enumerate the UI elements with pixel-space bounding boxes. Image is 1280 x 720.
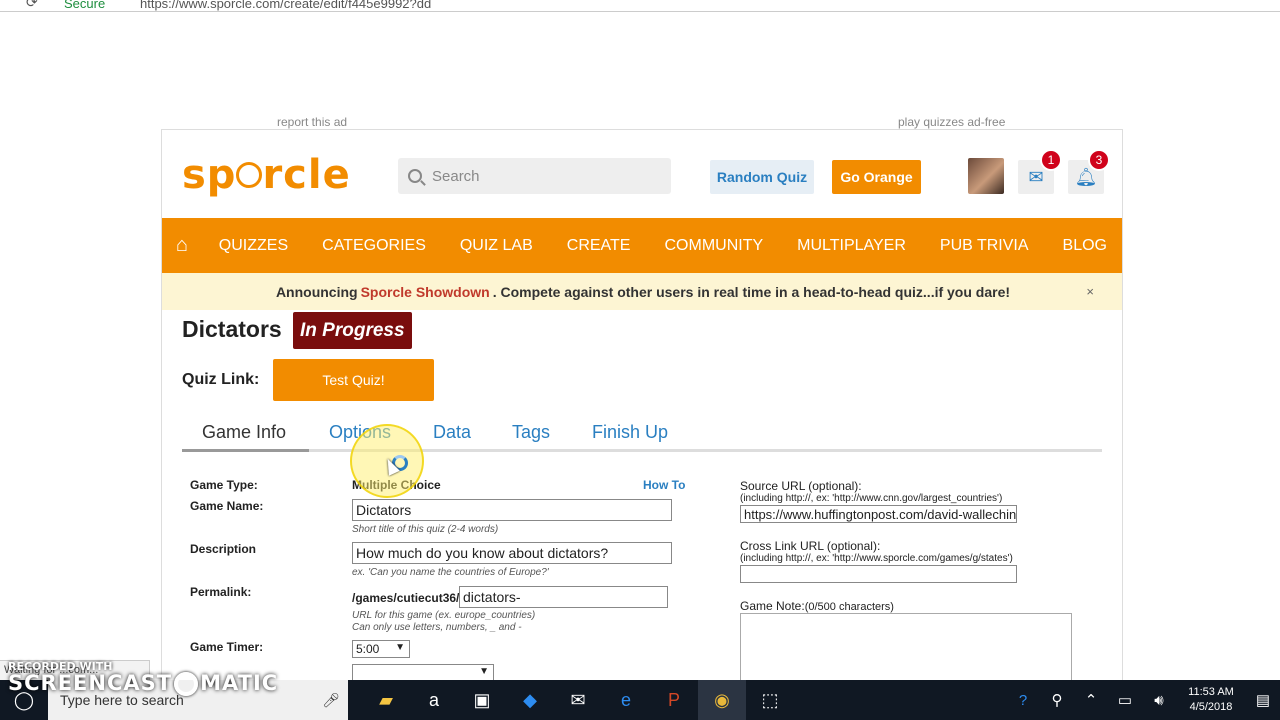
source-url-hint: (including http://, ex: 'http://www.cnn.… bbox=[740, 493, 1003, 504]
report-ad-link[interactable]: report this ad bbox=[277, 115, 347, 129]
description-hint: ex. 'Can you name the countries of Europ… bbox=[352, 567, 549, 578]
game-timer-value: 5:00 bbox=[356, 642, 380, 656]
watermark-brand: SCREENCAST MATIC bbox=[8, 671, 278, 696]
page-title: Dictators bbox=[182, 316, 282, 342]
source-url-label: Source URL (optional): bbox=[740, 479, 862, 493]
help-icon[interactable]: ? bbox=[1006, 692, 1040, 709]
snipping-tool-icon[interactable]: ⬚ bbox=[746, 680, 794, 720]
screencast-watermark: RECORDED WITH SCREENCAST MATIC bbox=[8, 660, 278, 696]
tab-data[interactable]: Data bbox=[433, 422, 471, 443]
watermark-brand-right: MATIC bbox=[200, 671, 279, 695]
mail-icon[interactable]: ✉ bbox=[554, 680, 602, 720]
game-note-textarea[interactable] bbox=[740, 613, 1072, 688]
adfree-link[interactable]: play quizzes ad-free bbox=[898, 115, 1005, 129]
system-tray: ? ⚲ ⌃ ▭ 🔊︎ 11:53 AM 4/5/2018 ▤ bbox=[1006, 680, 1280, 720]
status-badge: In Progress bbox=[293, 312, 412, 349]
nav-pub-trivia[interactable]: PUB TRIVIA bbox=[923, 237, 1046, 255]
main-nav: ⌂ QUIZZES CATEGORIES QUIZ LAB CREATE COM… bbox=[162, 218, 1122, 273]
nav-create[interactable]: CREATE bbox=[550, 237, 648, 255]
nav-community[interactable]: COMMUNITY bbox=[647, 237, 780, 255]
announcement-text: . Compete against other users in real ti… bbox=[492, 283, 1011, 300]
nav-multiplayer[interactable]: MULTIPLAYER bbox=[780, 237, 923, 255]
announcement-prefix: Announcing bbox=[275, 283, 358, 300]
store-icon[interactable]: ▣ bbox=[458, 680, 506, 720]
chevron-down-icon: ▼ bbox=[395, 642, 405, 653]
notifications-icon[interactable]: ▤ bbox=[1246, 691, 1280, 709]
search-input[interactable]: Search bbox=[398, 158, 671, 194]
permalink-hint-2: Can only use letters, numbers, _ and - bbox=[352, 622, 522, 633]
search-icon bbox=[408, 169, 422, 183]
search-placeholder: Search bbox=[432, 167, 480, 185]
sporcle-logo[interactable]: sp rcle bbox=[182, 152, 351, 198]
game-name-label: Game Name: bbox=[190, 499, 264, 513]
permalink-prefix: /games/cutiecut36/ bbox=[352, 591, 460, 605]
nav-blog[interactable]: BLOG bbox=[1046, 237, 1122, 255]
game-note-count: (0/500 characters) bbox=[804, 601, 894, 613]
edge-icon[interactable]: e bbox=[602, 680, 650, 720]
tab-game-info[interactable]: Game Info bbox=[202, 422, 286, 443]
active-tab-indicator bbox=[182, 449, 309, 452]
test-quiz-button[interactable]: Test Quiz! bbox=[273, 359, 434, 401]
divider bbox=[740, 493, 1072, 494]
game-name-field[interactable]: Dictators bbox=[352, 499, 672, 521]
description-field[interactable]: How much do you know about dictators? bbox=[352, 542, 672, 564]
envelope-icon: ✉ bbox=[1028, 166, 1044, 187]
random-quiz-button[interactable]: Random Quiz bbox=[710, 160, 814, 194]
powerpoint-icon[interactable]: P bbox=[650, 680, 698, 720]
game-note-label-text: Game Note: bbox=[740, 599, 805, 613]
announcement-bar: Announcing Sporcle Showdown . Compete ag… bbox=[162, 273, 1122, 310]
game-note-label: Game Note:(0/500 characters) bbox=[740, 599, 894, 613]
browser-address-bar[interactable]: ⟳ Secure https://www.sporcle.com/create/… bbox=[0, 0, 1280, 12]
sporcle-page: sp rcle Search Random Quiz Go Orange ✉ 1 … bbox=[161, 129, 1123, 689]
dropbox-icon[interactable]: ◆ bbox=[506, 680, 554, 720]
system-clock[interactable]: 11:53 AM 4/5/2018 bbox=[1176, 685, 1246, 715]
battery-icon[interactable]: ▭ bbox=[1108, 691, 1142, 709]
clock-time: 11:53 AM bbox=[1188, 686, 1234, 698]
home-icon[interactable]: ⌂ bbox=[162, 234, 202, 257]
go-orange-button[interactable]: Go Orange bbox=[832, 160, 921, 194]
permalink-field[interactable]: dictators- bbox=[459, 586, 668, 608]
permalink-label: Permalink: bbox=[190, 585, 252, 599]
chrome-icon[interactable]: ◉ bbox=[698, 680, 746, 720]
watermark-brand-left: SCREENCAST bbox=[8, 671, 173, 695]
microphone-icon[interactable]: 🎤︎ bbox=[322, 692, 340, 709]
game-timer-select[interactable]: 5:00 ▼ bbox=[352, 640, 410, 658]
cross-link-label: Cross Link URL (optional): bbox=[740, 539, 881, 553]
nav-quizzes[interactable]: QUIZZES bbox=[202, 237, 305, 255]
url-text[interactable]: https://www.sporcle.com/create/edit/f445… bbox=[140, 0, 431, 11]
file-explorer-icon[interactable]: ▰ bbox=[362, 680, 410, 720]
announcement-link[interactable]: Sporcle Showdown bbox=[361, 284, 490, 300]
volume-icon[interactable]: 🔊︎ bbox=[1142, 692, 1176, 709]
screencast-logo-icon bbox=[174, 672, 199, 696]
notifications-badge: 3 bbox=[1088, 149, 1110, 171]
tab-tags[interactable]: Tags bbox=[512, 422, 550, 443]
game-timer-label: Game Timer: bbox=[190, 640, 264, 654]
clock-date: 4/5/2018 bbox=[1189, 701, 1233, 713]
quiz-link-label: Quiz Link: bbox=[182, 371, 260, 388]
secure-label: Secure bbox=[64, 0, 106, 11]
cross-link-hint: (including http://, ex: 'http://www.spor… bbox=[740, 553, 1013, 564]
chevron-down-icon: ▼ bbox=[479, 666, 489, 677]
people-icon[interactable]: ⚲ bbox=[1040, 691, 1074, 709]
how-to-link[interactable]: How To bbox=[643, 478, 685, 492]
game-name-hint: Short title of this quiz (2-4 words) bbox=[352, 524, 499, 535]
tab-finish-up[interactable]: Finish Up bbox=[592, 422, 668, 443]
avatar[interactable] bbox=[968, 158, 1004, 194]
source-url-field[interactable]: https://www.huffingtonpost.com/david-wal… bbox=[740, 505, 1017, 523]
reload-icon[interactable]: ⟳ bbox=[26, 0, 38, 11]
nav-quiz-lab[interactable]: QUIZ LAB bbox=[443, 237, 550, 255]
amazon-icon[interactable]: a bbox=[410, 680, 458, 720]
permalink-hint-1: URL for this game (ex. europe_countries) bbox=[352, 610, 536, 621]
game-type-label: Game Type: bbox=[190, 478, 258, 492]
edit-tabs: Game Info Options Data Tags Finish Up bbox=[182, 422, 1102, 452]
close-icon[interactable]: × bbox=[1086, 284, 1094, 299]
cross-link-field[interactable] bbox=[740, 565, 1017, 583]
chevron-up-icon[interactable]: ⌃ bbox=[1074, 691, 1108, 709]
description-label: Description bbox=[190, 542, 257, 556]
nav-categories[interactable]: CATEGORIES bbox=[305, 237, 443, 255]
messages-badge: 1 bbox=[1040, 149, 1062, 171]
